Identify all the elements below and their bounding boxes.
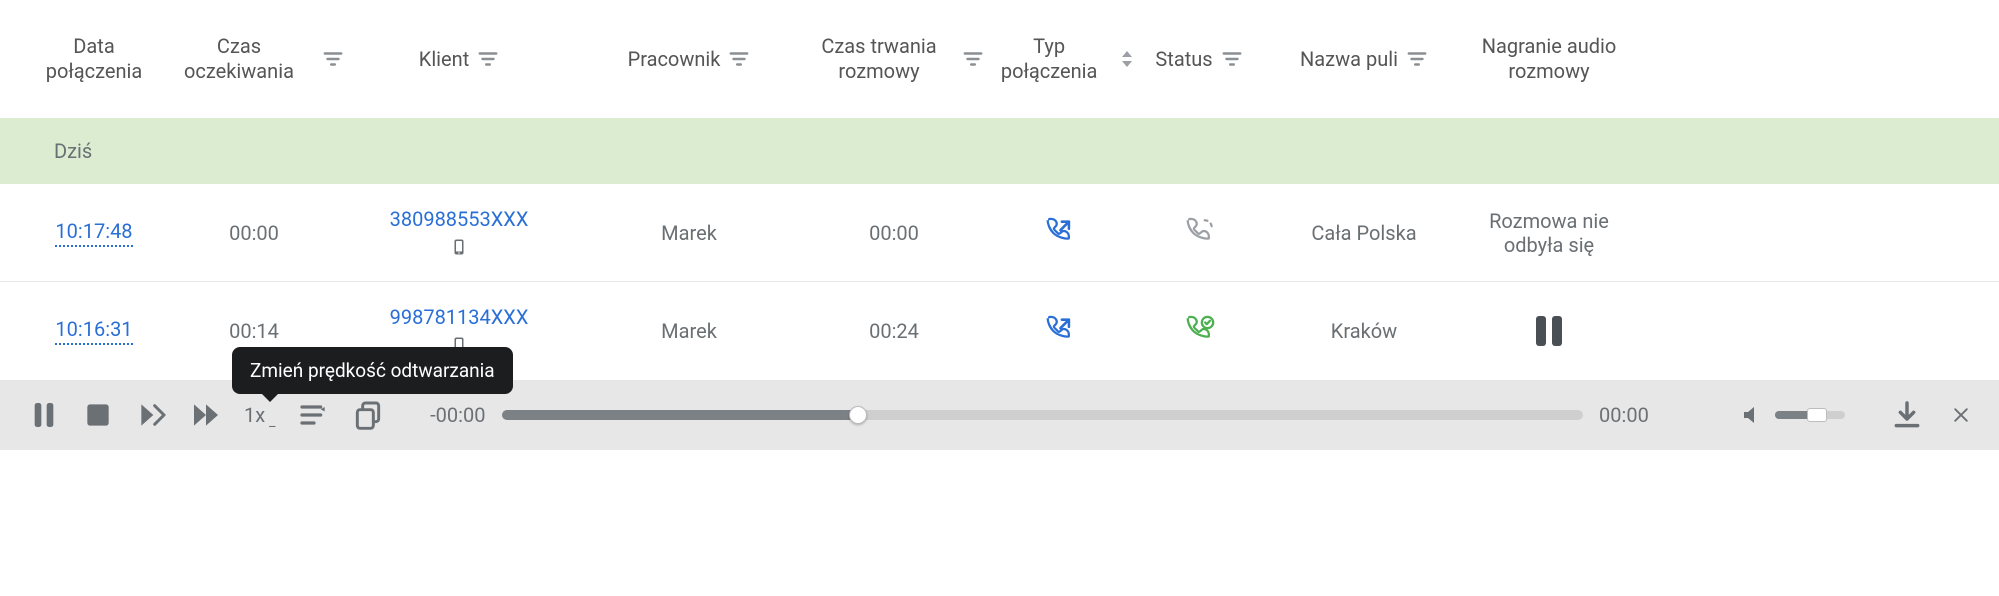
column-label: Pracownik — [628, 47, 721, 72]
stop-button[interactable] — [82, 399, 114, 431]
group-label: Dziś — [54, 139, 92, 163]
playback-speed-button[interactable]: 1x _ — [244, 403, 276, 427]
filter-icon[interactable] — [322, 48, 344, 70]
outgoing-call-icon — [1042, 314, 1076, 348]
column-label: Klient — [419, 47, 469, 72]
wait-time: 00:00 — [229, 221, 279, 245]
table-row[interactable]: 10:16:31 00:14 998781134XXX Marek 00:24 … — [0, 282, 1999, 380]
column-header-employee[interactable]: Pracownik — [574, 47, 804, 72]
playlist-icon[interactable] — [298, 399, 330, 431]
column-label: Nagranie audio rozmowy — [1464, 34, 1634, 84]
filter-icon[interactable] — [728, 48, 750, 70]
pause-button[interactable] — [28, 399, 60, 431]
filter-icon[interactable] — [1221, 48, 1243, 70]
recording-text: Rozmowa nie odbyła się — [1464, 209, 1634, 257]
column-label: Data połączenia — [24, 34, 164, 84]
column-header-status[interactable]: Status — [1134, 47, 1264, 72]
call-duration: 00:00 — [869, 221, 919, 245]
filter-icon[interactable] — [477, 48, 499, 70]
pool-name: Cała Polska — [1311, 221, 1416, 245]
mobile-icon — [450, 235, 468, 259]
missed-call-icon — [1182, 216, 1216, 250]
skip-next-button[interactable] — [136, 399, 168, 431]
volume-control — [1741, 403, 1845, 427]
employee-name: Marek — [661, 221, 717, 245]
employee-name: Marek — [661, 319, 717, 343]
column-header-date[interactable]: Data połączenia — [24, 34, 164, 84]
call-time-link[interactable]: 10:17:48 — [55, 219, 132, 247]
filter-icon[interactable] — [1406, 48, 1428, 70]
column-label: Czas oczekiwania — [164, 34, 314, 84]
copy-icon[interactable] — [352, 399, 384, 431]
speed-suffix: _ — [269, 414, 275, 430]
audio-player: Zmień prędkość odtwarzania 1x _ -00:00 — [0, 380, 1999, 450]
progress-slider[interactable] — [502, 410, 1584, 420]
wait-time: 00:14 — [229, 319, 279, 343]
column-label: Status — [1155, 47, 1212, 72]
pool-name: Kraków — [1331, 319, 1397, 343]
sort-icon[interactable] — [1122, 48, 1134, 70]
mobile-icon — [450, 333, 468, 357]
column-label: Typ połączenia — [984, 34, 1114, 84]
call-duration: 00:24 — [869, 319, 919, 343]
client-number-link[interactable]: 380988553XXX — [390, 207, 529, 231]
download-button[interactable] — [1891, 399, 1923, 431]
outgoing-call-icon — [1042, 216, 1076, 250]
recording-pause-button[interactable] — [1536, 316, 1562, 346]
close-button[interactable] — [1951, 405, 1971, 425]
column-header-client[interactable]: Klient — [344, 47, 574, 72]
table-header: Data połączenia Czas oczekiwania Klient … — [0, 0, 1999, 118]
volume-icon[interactable] — [1741, 403, 1765, 427]
time-remaining: 00:00 — [1599, 403, 1679, 427]
column-label: Czas trwania rozmowy — [804, 34, 954, 84]
column-header-wait[interactable]: Czas oczekiwania — [164, 34, 344, 84]
table-row[interactable]: 10:17:48 00:00 380988553XXX Marek 00:00 … — [0, 184, 1999, 282]
column-header-duration[interactable]: Czas trwania rozmowy — [804, 34, 984, 84]
filter-icon[interactable] — [962, 48, 984, 70]
column-label: Nazwa puli — [1300, 47, 1398, 72]
column-header-type[interactable]: Typ połączenia — [984, 34, 1134, 84]
speed-label: 1x — [244, 403, 265, 427]
call-time-link[interactable]: 10:16:31 — [55, 317, 132, 345]
column-header-recording[interactable]: Nagranie audio rozmowy — [1464, 34, 1634, 84]
volume-slider[interactable] — [1775, 411, 1845, 419]
fast-forward-button[interactable] — [190, 399, 222, 431]
group-row: Dziś — [0, 118, 1999, 184]
table-body: 10:17:48 00:00 380988553XXX Marek 00:00 … — [0, 184, 1999, 380]
progress-wrap: -00:00 00:00 — [406, 403, 1680, 427]
time-elapsed: -00:00 — [406, 403, 486, 427]
answered-call-icon — [1182, 314, 1216, 348]
client-number-link[interactable]: 998781134XXX — [390, 305, 529, 329]
column-header-pool[interactable]: Nazwa puli — [1264, 47, 1464, 72]
